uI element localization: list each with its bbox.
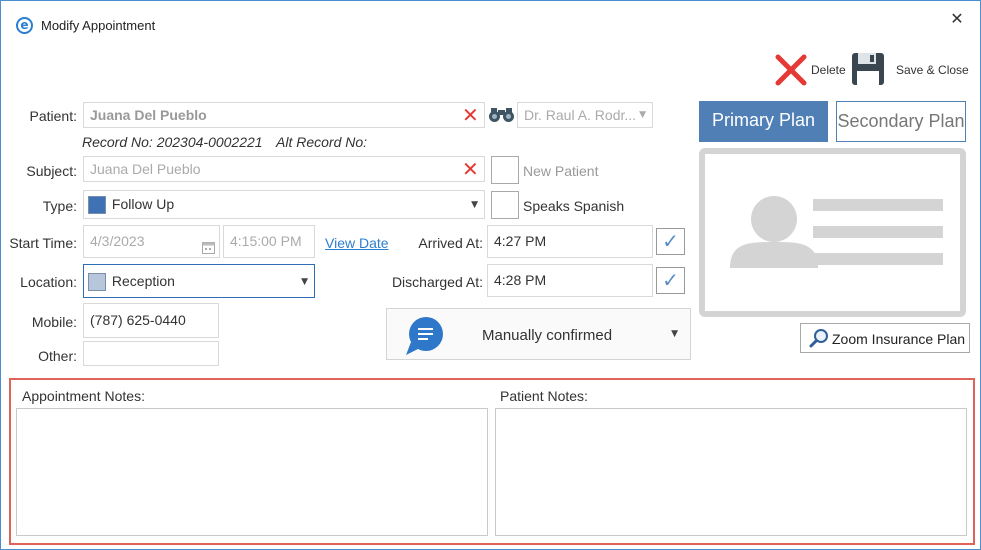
discharged-check-button[interactable]: ✓ — [656, 267, 685, 294]
type-value: Follow Up — [111, 196, 175, 212]
confirmation-select[interactable]: Manually confirmed ▼ — [386, 308, 691, 360]
notes-section: Appointment Notes: Patient Notes: — [9, 378, 975, 545]
provider-value: Dr. Raul A. Rodr... — [524, 107, 637, 123]
delete-label[interactable]: Delete — [811, 63, 846, 77]
start-time-label: Start Time: — [9, 235, 77, 251]
record-no: Record No: 202304-0002221 — [82, 134, 263, 150]
primary-plan-button[interactable]: Primary Plan — [699, 101, 828, 142]
arrived-label: Arrived At: — [418, 235, 483, 251]
discharged-label: Discharged At: — [391, 274, 483, 290]
other-label: Other: — [38, 348, 77, 364]
checkmark-icon: ✓ — [662, 229, 679, 253]
window-title: Modify Appointment — [41, 18, 156, 33]
clear-subject-icon[interactable]: ✕ — [462, 159, 479, 179]
appointment-notes-textarea[interactable] — [16, 408, 488, 536]
patient-notes-textarea[interactable] — [495, 408, 967, 536]
alt-record-no: Alt Record No: — [276, 134, 368, 150]
type-label: Type: — [42, 198, 77, 214]
patient-notes-label: Patient Notes: — [500, 388, 588, 404]
mobile-field[interactable]: (787) 625-0440 — [83, 303, 219, 338]
id-card-placeholder-icon — [699, 148, 966, 317]
magnifier-icon — [809, 329, 828, 348]
speaks-spanish-label: Speaks Spanish — [523, 198, 625, 214]
new-patient-label: New Patient — [523, 163, 599, 179]
discharged-at-field[interactable]: 4:28 PM — [487, 264, 653, 297]
arrived-at-field[interactable]: 4:27 PM — [487, 225, 653, 258]
type-color-swatch — [88, 196, 106, 215]
close-icon[interactable]: ✕ — [947, 9, 967, 28]
calendar-icon[interactable] — [202, 234, 215, 265]
patient-field[interactable]: Juana Del Pueblo — [83, 102, 485, 128]
type-select[interactable]: Follow Up ▼ — [83, 190, 485, 219]
location-value: Reception — [111, 273, 175, 289]
app-logo-icon: e — [16, 17, 33, 34]
clear-patient-icon[interactable]: ✕ — [462, 105, 479, 125]
view-date-link[interactable]: View Date — [325, 235, 389, 251]
confirmation-value: Manually confirmed — [482, 327, 613, 344]
chat-bubble-icon — [406, 317, 443, 355]
checkmark-icon: ✓ — [662, 268, 679, 292]
mobile-label: Mobile: — [31, 314, 77, 330]
patient-label: Patient: — [29, 108, 77, 124]
save-close-button[interactable] — [851, 52, 885, 86]
provider-select[interactable]: Dr. Raul A. Rodr... ▼ — [517, 102, 653, 128]
save-close-label[interactable]: Save & Close — [896, 63, 969, 77]
arrived-check-button[interactable]: ✓ — [656, 228, 685, 255]
other-field[interactable] — [83, 341, 219, 366]
title-bar: e Modify Appointment ✕ — [1, 1, 980, 47]
binoculars-icon[interactable] — [488, 107, 515, 126]
new-patient-checkbox[interactable] — [491, 156, 519, 184]
delete-button[interactable] — [774, 53, 808, 87]
chevron-down-icon: ▼ — [471, 200, 478, 210]
floppy-disk-icon — [852, 53, 884, 85]
modify-appointment-window: e Modify Appointment ✕ Delete Save & Clo… — [0, 0, 981, 550]
red-x-icon — [775, 54, 807, 86]
start-date-field[interactable]: 4/3/2023 — [83, 225, 220, 258]
secondary-plan-button[interactable]: Secondary Plan — [836, 101, 966, 142]
location-label: Location: — [20, 274, 77, 290]
chevron-down-icon: ▼ — [671, 329, 678, 339]
zoom-insurance-plan-label: Zoom Insurance Plan — [832, 331, 966, 347]
chevron-down-icon: ▼ — [301, 277, 308, 287]
subject-field[interactable]: Juana Del Pueblo — [83, 156, 485, 182]
appointment-notes-label: Appointment Notes: — [22, 388, 145, 404]
subject-label: Subject: — [26, 163, 77, 179]
location-color-swatch — [88, 273, 106, 292]
start-time-field[interactable]: 4:15:00 PM — [223, 225, 315, 258]
start-date-value: 4/3/2023 — [90, 233, 145, 249]
location-select[interactable]: Reception ▼ — [83, 264, 315, 298]
chevron-down-icon: ▼ — [639, 110, 646, 120]
speaks-spanish-checkbox[interactable] — [491, 191, 519, 219]
zoom-insurance-plan-button[interactable]: Zoom Insurance Plan — [800, 323, 970, 353]
